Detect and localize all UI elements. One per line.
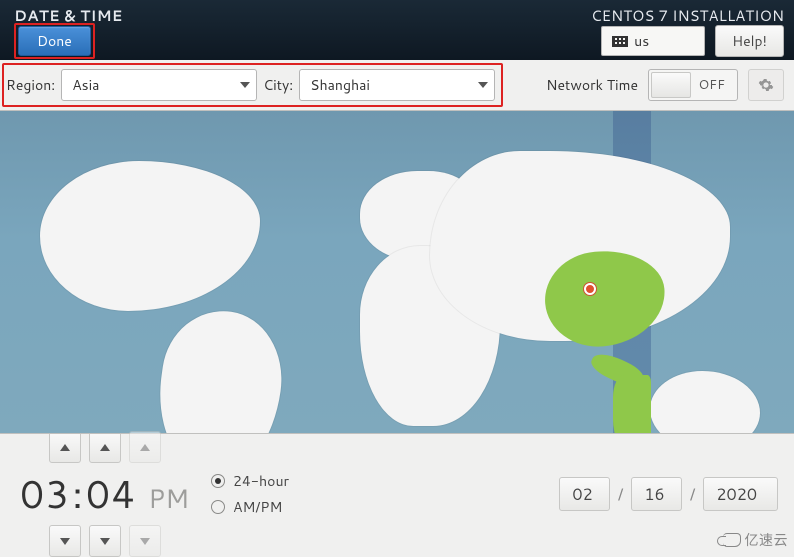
radio-24-hour-label: 24-hour [233, 471, 289, 491]
map-south-america [149, 303, 290, 434]
radio-ampm[interactable]: AM/PM [211, 497, 289, 517]
map-australia [650, 371, 760, 434]
city-label: City: [263, 75, 293, 95]
toggle-state: OFF [698, 76, 737, 94]
time-format-radiogroup: 24-hour AM/PM [211, 471, 289, 517]
day-dropdown[interactable]: 16 [631, 477, 681, 511]
keyboard-layout-indicator[interactable]: us [601, 26, 705, 56]
map-west-australia-highlight [613, 375, 651, 434]
keyboard-icon [612, 36, 628, 47]
chevron-up-icon [60, 444, 70, 451]
date-separator: / [690, 483, 696, 506]
chevron-down-icon [240, 82, 250, 88]
year-value: 2020 [716, 483, 757, 506]
minute-value: 04 [86, 467, 136, 521]
radio-24-hour[interactable]: 24-hour [211, 471, 289, 491]
chevron-up-icon [100, 444, 110, 451]
hour-up-button[interactable] [49, 431, 81, 463]
date-picker: 02 / 16 / 2020 [559, 477, 778, 511]
keyboard-layout-value: us [634, 31, 649, 51]
ampm-up-button [129, 431, 161, 463]
hour-down-button[interactable] [49, 525, 81, 557]
watermark-logo-icon [723, 533, 741, 547]
installer-header: DATE & TIME CENTOS 7 INSTALLATION Done u… [0, 0, 794, 60]
time-separator: : [72, 467, 84, 521]
minute-down-button[interactable] [89, 525, 121, 557]
chevron-up-icon [140, 444, 150, 451]
time-date-footer: 03 : 04 PM 24-hour AM/PM 02 [0, 434, 794, 554]
radio-icon [211, 500, 225, 514]
network-time-toggle[interactable]: OFF [648, 69, 738, 101]
toggle-knob [651, 72, 691, 98]
time-readout: 03 : 04 PM [20, 467, 189, 521]
selected-city-pin[interactable] [584, 283, 596, 295]
city-value: Shanghai [310, 75, 370, 95]
region-city-highlight: Region: Asia City: Shanghai [2, 63, 503, 107]
year-dropdown[interactable]: 2020 [703, 477, 778, 511]
ampm-value: PM [148, 481, 189, 517]
city-dropdown[interactable]: Shanghai [299, 69, 495, 101]
region-value: Asia [72, 75, 99, 95]
date-separator: / [618, 483, 624, 506]
done-button[interactable]: Done [18, 26, 91, 56]
month-value: 02 [572, 483, 592, 506]
map-north-america [40, 161, 260, 311]
day-value: 16 [644, 483, 664, 506]
ampm-down-button [129, 525, 161, 557]
network-time-settings-button [748, 69, 784, 101]
region-label: Region: [6, 75, 55, 95]
chevron-down-icon [60, 538, 70, 545]
radio-ampm-label: AM/PM [233, 497, 282, 517]
help-button[interactable]: Help! [715, 25, 784, 57]
radio-icon [211, 474, 225, 488]
minute-up-button[interactable] [89, 431, 121, 463]
hour-value: 03 [20, 467, 70, 521]
month-dropdown[interactable]: 02 [559, 477, 609, 511]
chevron-down-icon [140, 538, 150, 545]
done-button-highlight: Done [14, 23, 95, 59]
region-dropdown[interactable]: Asia [61, 69, 257, 101]
chevron-down-icon [478, 82, 488, 88]
installer-title: CENTOS 7 INSTALLATION [591, 5, 784, 26]
watermark: 亿速云 [723, 530, 789, 550]
timezone-config-bar: Region: Asia City: Shanghai Network Time… [0, 60, 794, 110]
chevron-down-icon [100, 538, 110, 545]
timezone-world-map[interactable] [0, 110, 794, 434]
network-time-label: Network Time [546, 75, 638, 95]
watermark-text: 亿速云 [745, 530, 789, 550]
gear-icon [758, 77, 774, 93]
